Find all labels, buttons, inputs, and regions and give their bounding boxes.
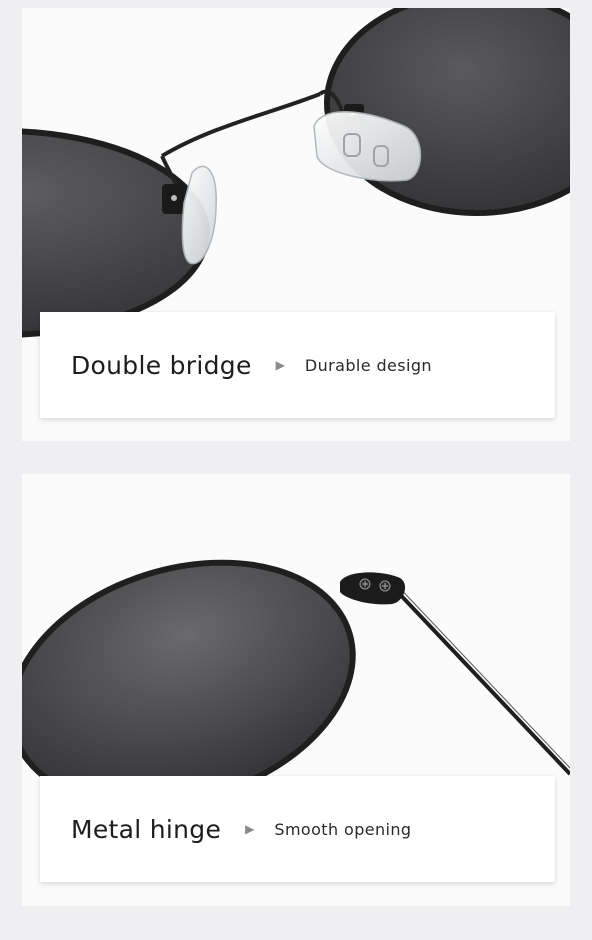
feature-title: Metal hinge <box>71 814 222 844</box>
feature-caption-card: Double bridge ▶ Durable design <box>40 312 555 418</box>
play-arrow-icon: ▶ <box>245 822 255 836</box>
feature-subtitle: Smooth opening <box>274 819 412 839</box>
play-arrow-icon: ▶ <box>275 358 285 372</box>
feature-subtitle: Durable design <box>304 355 432 375</box>
feature-title: Double bridge <box>71 350 252 380</box>
feature-caption-card: Metal hinge ▶ Smooth opening <box>40 776 555 882</box>
feature-panel-double-bridge: Double bridge ▶ Durable design <box>22 8 570 441</box>
feature-panel-metal-hinge: Metal hinge ▶ Smooth opening <box>22 474 570 906</box>
